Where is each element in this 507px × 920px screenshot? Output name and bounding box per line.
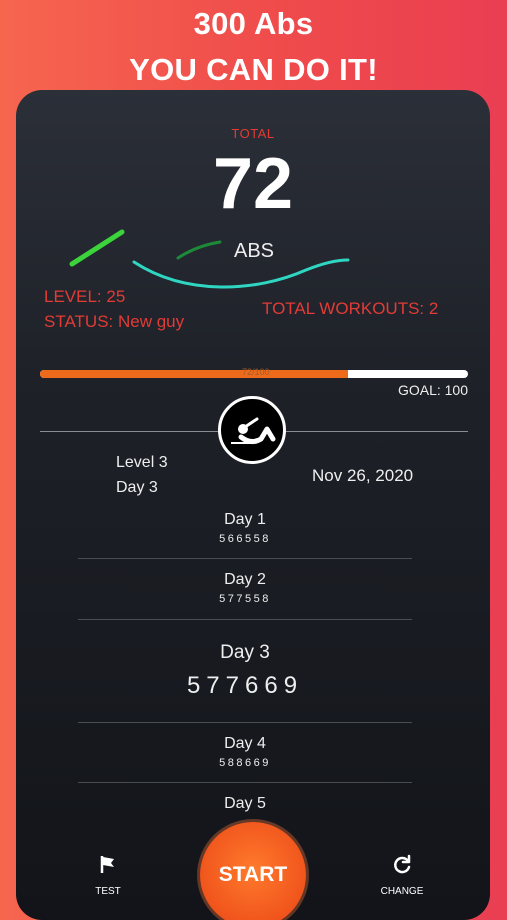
day-reps: 577558 — [219, 593, 271, 605]
abs-unit-label: ABS — [234, 240, 275, 262]
day-separator — [78, 558, 412, 559]
day-item[interactable]: Day 4 588669 — [78, 735, 412, 769]
change-button[interactable]: CHANGE — [368, 854, 436, 897]
status-text: STATUS: New guy — [44, 312, 185, 331]
day-item[interactable]: Day 1 566558 — [78, 511, 412, 545]
phone-screen: TOTAL 72 ABS LEVEL: 25 STATUS: New guy T… — [16, 90, 490, 920]
day-item-current[interactable]: Day 3 577669 — [78, 642, 412, 700]
wave-dark-green-stroke — [176, 240, 222, 260]
day-name: Day 4 — [224, 735, 266, 752]
refresh-icon — [394, 854, 411, 874]
headline-line-1: 300 Abs — [193, 6, 314, 41]
day-name: Day 1 — [224, 511, 266, 528]
goal-progress-text: 72/100 — [242, 367, 270, 377]
day-separator — [78, 619, 412, 620]
situp-icon — [218, 396, 286, 464]
wave-green-stroke — [69, 229, 125, 267]
plan-day: Day 3 — [116, 479, 158, 496]
day-separator — [78, 782, 412, 783]
start-label: START — [218, 863, 288, 886]
day-reps: 588669 — [219, 757, 271, 769]
goal-progress-fill — [40, 370, 349, 378]
flag-icon — [100, 856, 114, 873]
day-separator — [78, 722, 412, 723]
day-name: Day 2 — [224, 571, 266, 588]
start-button[interactable]: START — [200, 822, 306, 920]
day-name: Day 5 — [224, 795, 266, 812]
day-reps: 577669 — [186, 672, 304, 699]
goal-label: GOAL: 100 — [397, 382, 468, 398]
plan-level: Level 3 — [116, 454, 168, 471]
test-label: TEST — [95, 886, 121, 897]
test-button[interactable]: TEST — [80, 854, 136, 897]
total-workouts-text: TOTAL WORKOUTS: 2 — [262, 299, 439, 318]
wave-cyan-stroke — [132, 258, 350, 289]
day-reps: 566558 — [219, 533, 271, 545]
headline-line-2: YOU CAN DO IT! — [129, 52, 378, 87]
level-text: LEVEL: 25 — [44, 287, 126, 306]
plan-date: Nov 26, 2020 — [312, 466, 414, 485]
day-name: Day 3 — [220, 642, 270, 663]
day-item[interactable]: Day 5 — [78, 795, 412, 813]
change-label: CHANGE — [380, 886, 424, 897]
total-label: TOTAL — [231, 126, 275, 141]
day-item[interactable]: Day 2 577558 — [78, 571, 412, 605]
